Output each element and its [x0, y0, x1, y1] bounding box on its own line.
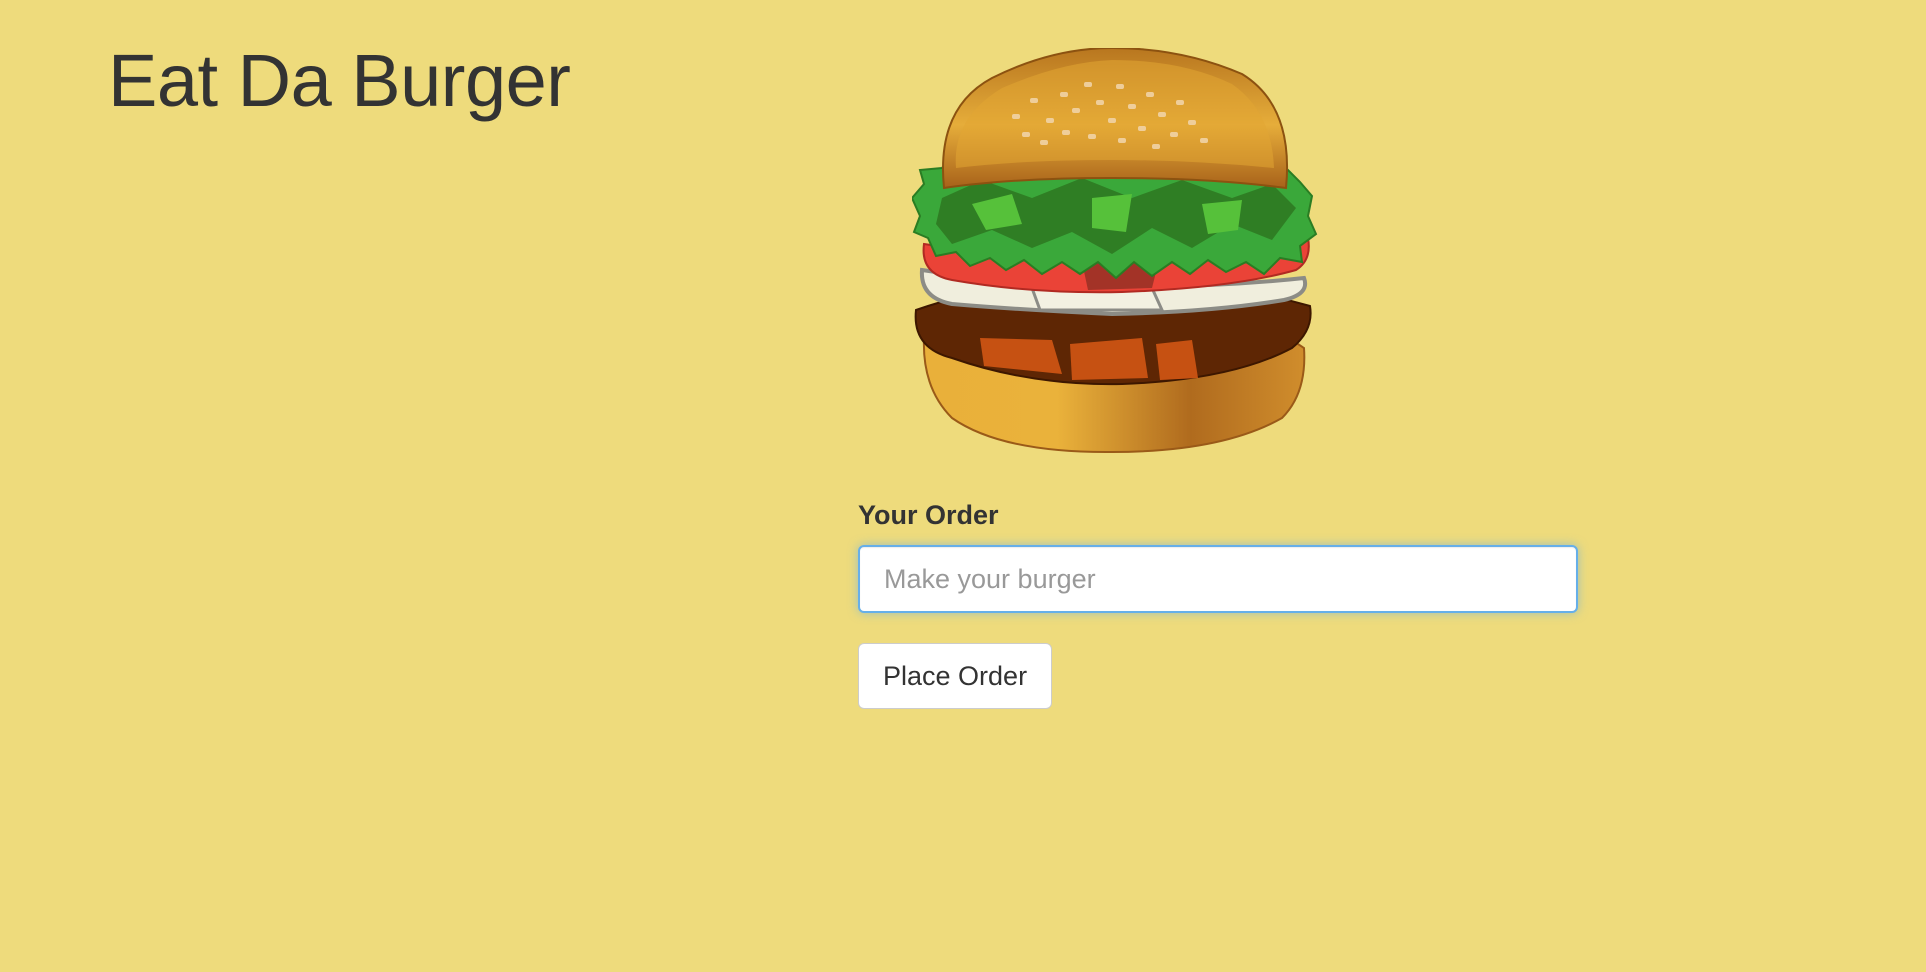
- place-order-button[interactable]: Place Order: [858, 643, 1053, 709]
- burger-name-input[interactable]: [858, 545, 1578, 613]
- burger-illustration-icon: [912, 48, 1318, 454]
- order-label: Your Order: [858, 500, 999, 530]
- order-form: Your Order Place Order: [858, 500, 1578, 709]
- page-title: Eat Da Burger: [108, 39, 571, 122]
- page: Eat Da Burger Your Order Make your burge…: [0, 0, 1926, 972]
